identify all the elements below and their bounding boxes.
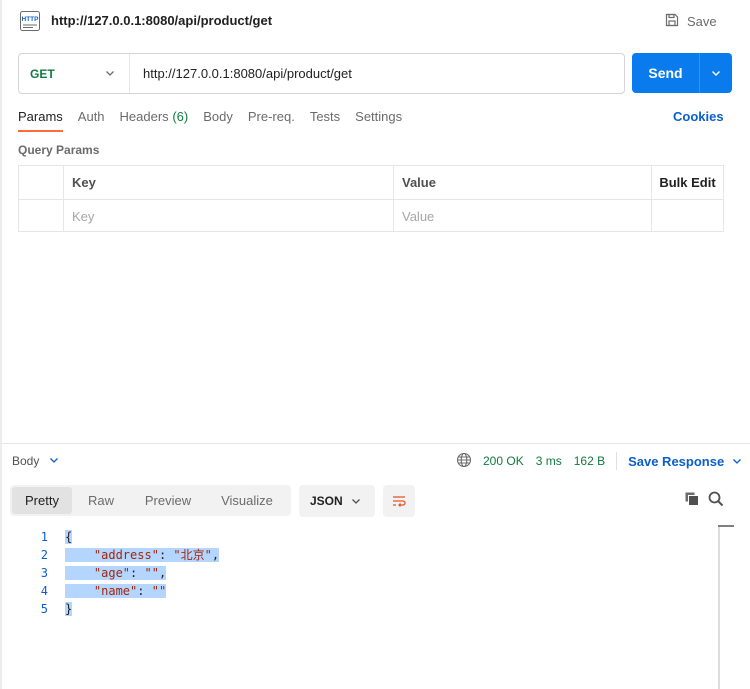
table-row: Key Value <box>19 199 723 232</box>
view-visualize[interactable]: Visualize <box>206 487 288 514</box>
headers-count: (6) <box>172 109 189 124</box>
url-bar: GET <box>18 53 625 94</box>
tab-params[interactable]: Params <box>18 109 63 133</box>
copy-icon[interactable] <box>683 490 701 508</box>
json-key: "name" <box>93 584 138 598</box>
view-raw[interactable]: Raw <box>72 487 130 514</box>
cookies-link[interactable]: Cookies <box>673 109 724 124</box>
value-column-header: Value <box>394 166 652 199</box>
save-icon <box>664 12 680 31</box>
chevron-down-icon <box>712 71 720 76</box>
tab-settings[interactable]: Settings <box>355 109 402 133</box>
code-line: "age": "", <box>65 564 219 582</box>
response-view-tabs: Pretty Raw Preview Visualize <box>10 485 291 516</box>
code-brace: } <box>65 602 73 616</box>
json-key: "address" <box>93 548 159 562</box>
chevron-down-icon <box>49 454 59 468</box>
key-input[interactable]: Key <box>64 200 394 232</box>
save-response-label: Save Response <box>628 453 725 469</box>
url-input[interactable] <box>130 54 624 93</box>
request-header: HTTP http://127.0.0.1:8080/api/product/g… <box>0 0 750 44</box>
code-brace: { <box>65 530 73 544</box>
json-value: "" <box>151 584 167 598</box>
tab-headers[interactable]: Headers (6) <box>120 109 189 133</box>
view-preview[interactable]: Preview <box>130 487 206 514</box>
value-input[interactable]: Value <box>394 200 652 232</box>
query-params-title: Query Params <box>18 143 100 157</box>
response-code-editor[interactable]: { "address": "北京", "age": "", "name": ""… <box>65 528 220 618</box>
request-tabs: Params Auth Headers (6) Body Pre-req. Te… <box>18 109 417 133</box>
wrap-lines-icon <box>393 496 406 507</box>
status-code[interactable]: 200 OK <box>483 454 524 468</box>
response-body-dropdown[interactable]: Body <box>12 454 59 468</box>
line-number-gutter: 1 2 3 4 5 <box>24 528 48 618</box>
send-options-button[interactable] <box>700 68 732 78</box>
line-number: 5 <box>40 602 48 616</box>
save-label: Save <box>687 13 717 29</box>
format-label: JSON <box>310 494 343 508</box>
view-pretty[interactable]: Pretty <box>12 487 72 514</box>
row-checkbox-cell[interactable] <box>19 200 64 232</box>
line-number: 3 <box>40 566 48 580</box>
wrap-lines-button[interactable] <box>383 485 415 517</box>
line-number: 1 <box>40 530 48 544</box>
bulk-edit-button[interactable]: Bulk Edit <box>652 166 723 199</box>
query-params-table: Key Value Bulk Edit Key Value <box>18 165 724 232</box>
description-cell[interactable] <box>652 200 723 232</box>
code-line: { <box>65 528 219 546</box>
response-time[interactable]: 3 ms <box>536 454 562 468</box>
scrollbar-cap <box>718 525 734 527</box>
response-body-label: Body <box>12 454 40 468</box>
key-column-header: Key <box>64 166 394 199</box>
vertical-scrollbar[interactable] <box>718 525 720 689</box>
send-label: Send <box>648 65 683 81</box>
chevron-down-icon <box>733 459 742 464</box>
method-select[interactable]: GET <box>19 54 130 93</box>
tab-body[interactable]: Body <box>203 109 233 133</box>
tab-auth[interactable]: Auth <box>78 109 105 133</box>
send-button[interactable]: Send <box>632 53 732 93</box>
json-key: "age" <box>93 566 131 580</box>
request-title[interactable]: http://127.0.0.1:8080/api/product/get <box>51 13 272 28</box>
json-value: "北京" <box>173 548 212 562</box>
json-value: "" <box>144 566 159 580</box>
tab-prereq[interactable]: Pre-req. <box>248 109 295 133</box>
code-line: "name": "" <box>65 582 219 600</box>
table-header-row: Key Value Bulk Edit <box>19 166 723 199</box>
save-button[interactable]: Save <box>664 10 717 32</box>
chevron-down-icon <box>105 66 115 81</box>
response-divider[interactable] <box>0 443 750 444</box>
format-dropdown[interactable]: JSON <box>299 485 375 517</box>
tab-headers-label: Headers <box>119 109 169 124</box>
search-icon[interactable] <box>707 490 725 508</box>
line-number: 4 <box>40 584 48 598</box>
tab-tests[interactable]: Tests <box>310 109 340 133</box>
response-size[interactable]: 162 B <box>574 454 605 468</box>
status-separator <box>616 452 618 470</box>
line-number: 2 <box>40 548 48 562</box>
globe-icon[interactable] <box>456 452 472 471</box>
chevron-down-icon <box>352 499 360 504</box>
code-line: } <box>65 600 219 618</box>
checkbox-column-header <box>19 166 64 199</box>
code-line: "address": "北京", <box>65 546 220 564</box>
svg-text:HTTP: HTTP <box>22 16 40 23</box>
response-status-row: 200 OK 3 ms 162 B Save Response <box>456 452 742 470</box>
left-edge-border <box>0 0 2 689</box>
method-label: GET <box>30 66 55 81</box>
http-icon: HTTP <box>18 9 42 33</box>
save-response-button[interactable]: Save Response <box>628 454 742 469</box>
